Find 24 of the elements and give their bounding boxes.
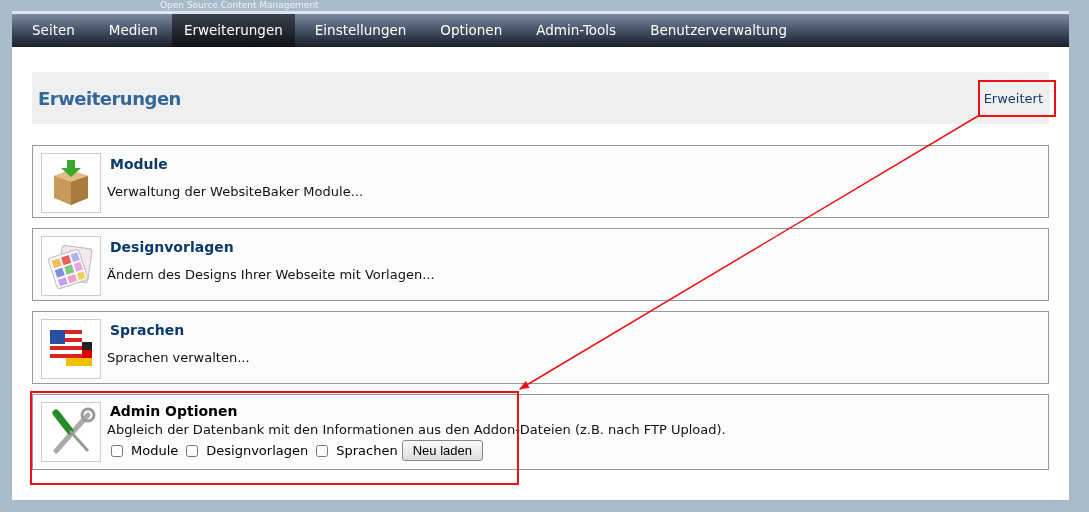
section-description: Sprachen verwalten... xyxy=(107,350,250,365)
section-heading: Admin Optionen xyxy=(110,403,239,419)
section-title[interactable]: Sprachen xyxy=(110,322,250,338)
nav-tab[interactable]: Optionen xyxy=(420,14,517,47)
checkbox-label: Designvorlagen xyxy=(206,443,309,458)
checkbox[interactable] xyxy=(186,444,199,457)
checkbox-label: Sprachen xyxy=(336,443,398,458)
section-title[interactable]: Module xyxy=(110,156,364,172)
checkbox[interactable] xyxy=(111,444,123,457)
section-description: Verwaltung der WebsiteBaker Module... xyxy=(107,184,364,199)
section-title[interactable]: Designvorlagen xyxy=(110,239,435,255)
nav-tab[interactable]: Seiten xyxy=(12,14,89,47)
nav-tab[interactable]: Admin-Tools xyxy=(516,14,631,47)
section-description: Ändern des Designs Ihrer Webseite mit Vorlagen... xyxy=(107,267,435,282)
nav-tab[interactable]: Benutzerverwaltung xyxy=(630,14,801,47)
nav-tab[interactable]: Medien xyxy=(88,14,172,47)
checkbox[interactable] xyxy=(316,444,329,457)
advanced-link[interactable]: Erweitert xyxy=(983,90,1043,106)
nav-tab[interactable]: Erweiterungen xyxy=(171,14,295,47)
checkbox-label: Module xyxy=(131,443,179,458)
reload-button[interactable]: Neu laden xyxy=(401,440,483,461)
nav-tab[interactable]: Einstellungen xyxy=(294,14,421,47)
tagline: Open Source Content Management xyxy=(160,0,319,10)
page-title: Erweiterungen xyxy=(38,87,181,109)
